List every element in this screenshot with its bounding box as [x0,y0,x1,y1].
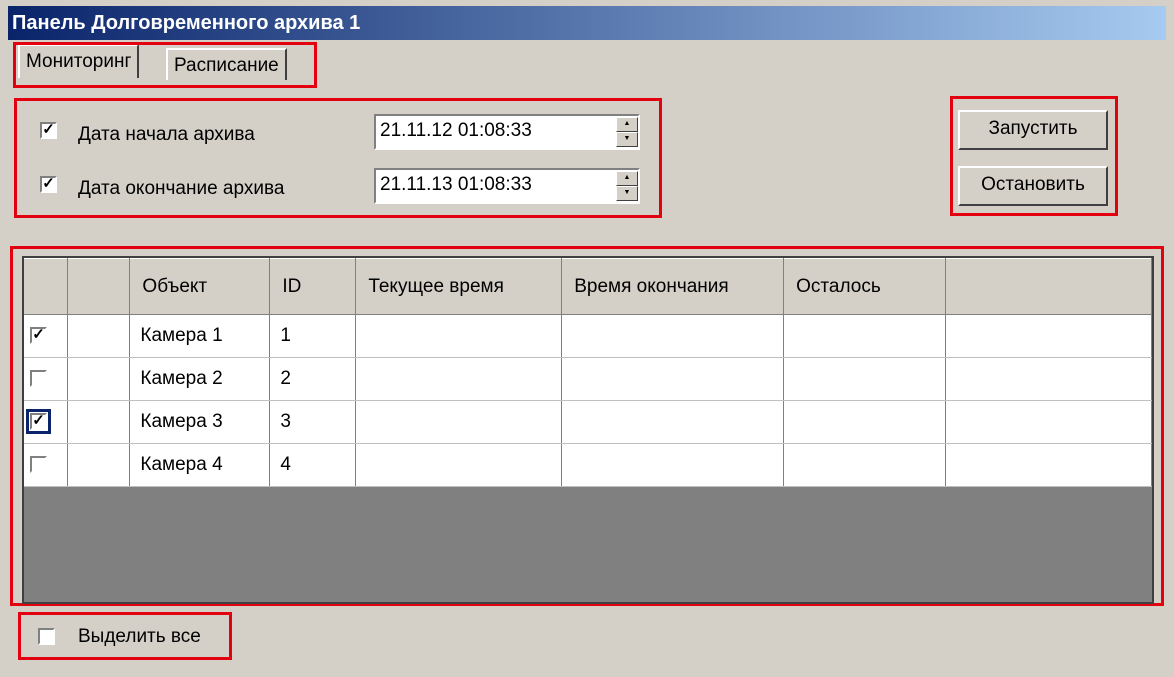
row-current-time-cell [355,314,563,358]
row-checkbox-cell[interactable]: ✓ [24,314,69,358]
row-remaining-cell [783,357,947,401]
start-date-value: 21.11.12 01:08:33 [380,120,532,141]
table-row[interactable]: ✓ Камера 11 [24,314,1152,358]
column-header-remaining[interactable]: Осталось [783,258,947,315]
row-end-time-cell [561,357,785,401]
checkmark-icon: ✓ [32,412,45,429]
arrow-down-icon[interactable]: ▼ [616,186,638,201]
row-checkbox[interactable]: ✓ [30,327,47,344]
row-remaining-cell [783,443,947,487]
row-extra-cell [945,443,1152,487]
start-date-checkbox[interactable]: ✓ [40,122,57,139]
row-checkbox-cell[interactable] [24,357,69,401]
row-checkbox-cell[interactable]: ✓ [24,400,69,444]
window-title: Панель Долговременного архива 1 [12,12,361,34]
window-title-bar: Панель Долговременного архива 1 [8,6,1166,40]
table-header-row: Объект ID Текущее время Время окончания … [24,258,1152,315]
select-all-checkbox[interactable] [38,628,55,645]
table-row[interactable]: Камера 22 [24,357,1152,401]
start-button[interactable]: Запустить [958,110,1108,150]
table-row[interactable]: ✓ Камера 33 [24,400,1152,444]
column-header-current-time[interactable]: Текущее время [355,258,563,315]
row-current-time-cell [355,357,563,401]
row-end-time-cell [561,314,785,358]
end-date-checkbox[interactable]: ✓ [40,176,57,193]
column-header-blank[interactable] [67,258,131,315]
row-id-cell: 4 [269,443,357,487]
end-date-label: Дата окончание архива [78,178,285,199]
row-checkbox[interactable]: ✓ [26,409,51,434]
column-header-check[interactable] [24,258,69,315]
row-object-cell: Камера 4 [129,443,271,487]
select-all-label: Выделить все [78,626,201,647]
arrow-up-icon[interactable]: ▲ [616,117,638,132]
arrow-down-icon[interactable]: ▼ [616,132,638,147]
row-checkbox-cell[interactable] [24,443,69,487]
row-blank-cell [67,357,131,401]
row-extra-cell [945,314,1152,358]
checkmark-icon: ✓ [42,175,55,192]
row-blank-cell [67,443,131,487]
row-current-time-cell [355,400,563,444]
row-id-cell: 2 [269,357,357,401]
row-remaining-cell [783,400,947,444]
start-date-spinner[interactable]: ▲ ▼ [616,117,638,147]
row-object-cell: Камера 2 [129,357,271,401]
cameras-table: Объект ID Текущее время Время окончания … [22,256,1154,604]
column-header-extra[interactable] [945,258,1152,315]
row-object-cell: Камера 3 [129,400,271,444]
column-header-id[interactable]: ID [269,258,357,315]
row-blank-cell [67,400,131,444]
row-checkbox[interactable] [30,370,47,387]
end-date-field[interactable]: 21.11.13 01:08:33 [374,168,640,204]
start-date-field[interactable]: 21.11.12 01:08:33 [374,114,640,150]
row-object-cell: Камера 1 [129,314,271,358]
stop-button[interactable]: Остановить [958,166,1108,206]
row-current-time-cell [355,443,563,487]
checkmark-icon: ✓ [42,121,55,138]
column-header-object[interactable]: Объект [129,258,271,315]
row-extra-cell [945,400,1152,444]
end-date-spinner[interactable]: ▲ ▼ [616,171,638,201]
row-blank-cell [67,314,131,358]
row-end-time-cell [561,443,785,487]
start-date-label: Дата начала архива [78,124,255,145]
end-date-value: 21.11.13 01:08:33 [380,174,532,195]
checkmark-icon: ✓ [32,326,45,343]
row-id-cell: 1 [269,314,357,358]
row-remaining-cell [783,314,947,358]
row-extra-cell [945,357,1152,401]
arrow-up-icon[interactable]: ▲ [616,171,638,186]
table-row[interactable]: Камера 44 [24,443,1152,487]
row-id-cell: 3 [269,400,357,444]
column-header-end-time[interactable]: Время окончания [561,258,785,315]
tabs-highlight [13,42,317,88]
row-end-time-cell [561,400,785,444]
row-checkbox[interactable] [30,456,47,473]
